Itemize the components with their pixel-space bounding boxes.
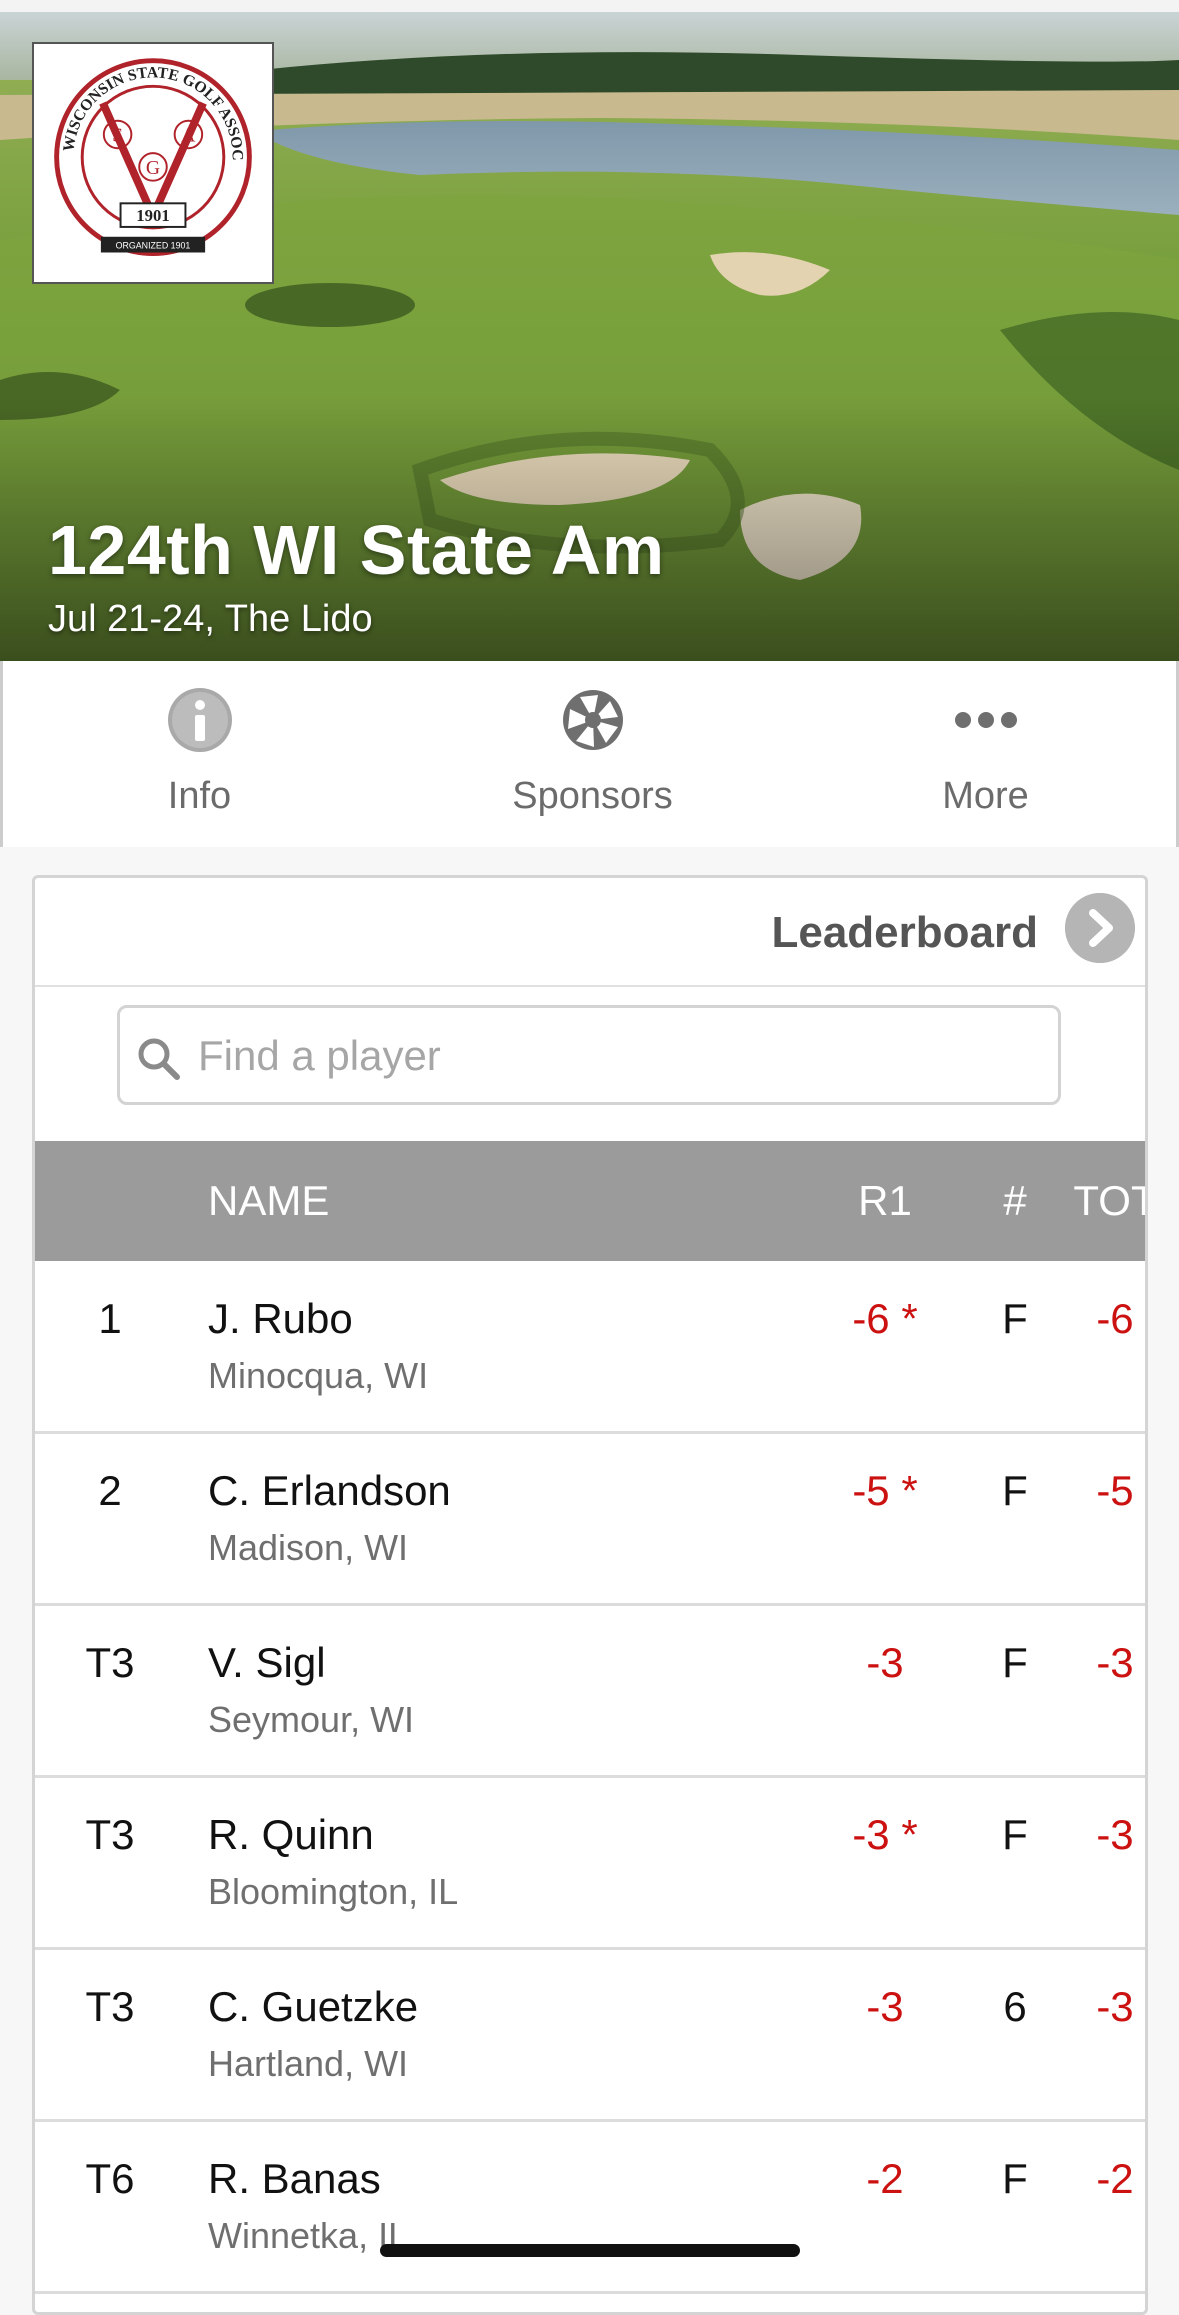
aperture-icon (562, 690, 623, 750)
player-name: C. Guetzke (208, 1983, 419, 2030)
total-score: -5 (1096, 1467, 1134, 1514)
player-name: C. Erlandson (208, 1467, 451, 1514)
svg-text:1901: 1901 (136, 206, 169, 225)
tab-more[interactable]: More (789, 661, 1179, 847)
home-indicator[interactable] (380, 2244, 800, 2257)
total-score: -3 (1096, 1983, 1134, 2030)
status-strip (0, 0, 1179, 12)
player-location: Bloomington, IL (208, 1871, 459, 1912)
leaderboard-header[interactable]: Leaderboard (35, 878, 1145, 987)
total-score: -3 (1096, 1811, 1134, 1858)
table-row[interactable]: T6 R. Banas Winnetka, IL -2 F -2 (35, 2121, 1145, 2294)
total-score: -6 (1096, 1295, 1134, 1342)
player-location: Hartland, WI (208, 2043, 409, 2084)
total-score: -2 (1096, 2155, 1134, 2202)
player-location: Seymour, WI (208, 1699, 415, 1740)
player-name: J. Rubo (208, 1295, 353, 1342)
round1-score: -6 * (852, 1295, 918, 1342)
svg-text:S: S (112, 124, 123, 146)
tab-bar: Info Sponsors More (0, 661, 1179, 847)
info-icon (167, 688, 232, 752)
table-row[interactable]: T3 C. Guetzke Hartland, WI -3 6 -3 (35, 1949, 1145, 2122)
position: 1 (98, 1295, 122, 1342)
round1-score: -3 (866, 1983, 904, 2030)
player-name: V. Sigl (208, 1639, 326, 1686)
leaderboard-card: Leaderboard NAME R1 # TOT 1 J. Rubo Mino… (32, 875, 1148, 2315)
tab-info[interactable]: Info (3, 661, 396, 847)
total-score: -3 (1096, 1639, 1134, 1686)
svg-text:A: A (181, 124, 196, 146)
hero-banner: WISCONSIN STATE GOLF ASSOCIATION S A G 1… (0, 0, 1179, 661)
search-icon (138, 1038, 180, 1080)
table-row[interactable]: 1 J. Rubo Minocqua, WI -6 * F -6 (35, 1261, 1145, 1434)
ellipsis-icon (954, 712, 1017, 728)
wsga-logo: WISCONSIN STATE GOLF ASSOCIATION S A G 1… (28, 31, 274, 284)
tab-sponsors[interactable]: Sponsors (396, 661, 789, 847)
position: T3 (85, 1811, 135, 1858)
player-location: Winnetka, IL (208, 2215, 409, 2256)
table-row[interactable]: T3 V. Sigl Seymour, WI -3 F -3 (35, 1605, 1145, 1778)
tab-more-label: More (942, 775, 1029, 817)
leaderboard-title: Leaderboard (771, 908, 1038, 957)
search-field[interactable] (117, 1005, 1061, 1105)
svg-text:ORGANIZED 1901: ORGANIZED 1901 (116, 241, 191, 251)
player-name: R. Quinn (208, 1811, 374, 1858)
chevron-right-icon[interactable] (1065, 893, 1135, 963)
col-tot: TOT (1073, 1177, 1145, 1224)
tab-info-label: Info (167, 775, 232, 817)
player-location: Madison, WI (208, 1527, 409, 1568)
round1-score: -3 (866, 1639, 904, 1686)
col-r1: R1 (858, 1177, 912, 1224)
position: 2 (98, 1467, 122, 1514)
position: T3 (85, 1639, 135, 1686)
position: T6 (85, 2155, 135, 2202)
col-name: NAME (208, 1177, 330, 1224)
player-name: R. Banas (208, 2155, 381, 2202)
round1-score: -5 * (852, 1467, 918, 1514)
round1-score: -3 * (852, 1811, 918, 1858)
position: T3 (85, 1983, 135, 2030)
svg-text:G: G (146, 157, 160, 179)
table-header: NAME R1 # TOT (35, 1141, 1145, 1261)
tournament-title: 124th WI State Am (48, 511, 665, 589)
player-location: Minocqua, WI (208, 1355, 429, 1396)
round1-score: -2 (866, 2155, 904, 2202)
tournament-dates-venue: Jul 21-24, The Lido (48, 598, 373, 640)
player-search-input[interactable] (196, 1018, 1040, 1094)
table-row[interactable]: 2 C. Erlandson Madison, WI -5 * F -5 (35, 1433, 1145, 1606)
table-row[interactable]: T3 R. Quinn Bloomington, IL -3 * F -3 (35, 1777, 1145, 1950)
tab-sponsors-label: Sponsors (512, 775, 673, 817)
search-area (35, 985, 1145, 1139)
